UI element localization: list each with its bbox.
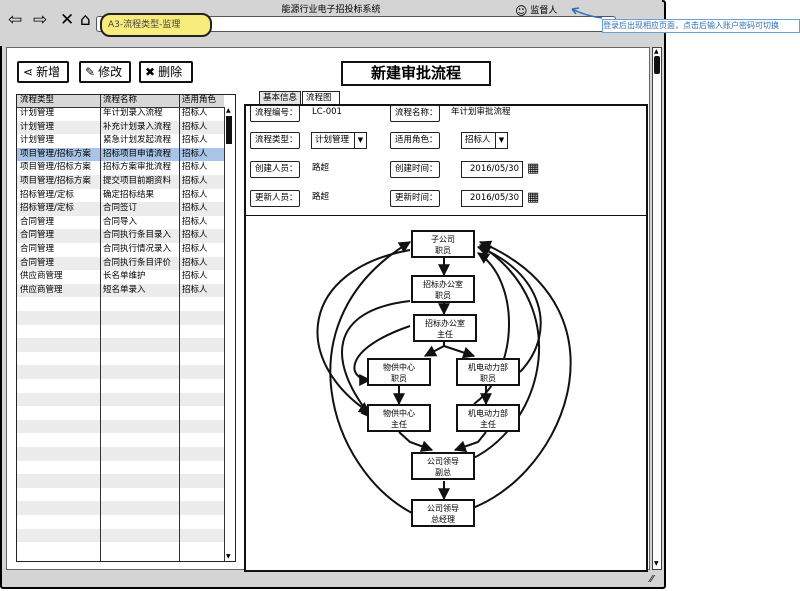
flow-node-line: 主任: [437, 330, 453, 339]
flow-node-bid-office-staff[interactable]: 招标办公室 职员: [411, 275, 475, 303]
flow-node-mech-staff[interactable]: 机电动力部 职员: [456, 358, 520, 386]
flow-node-line: 子公司: [431, 235, 455, 244]
flow-node-supply-staff[interactable]: 物供中心 职员: [367, 358, 431, 386]
flow-node-subsidiary-staff[interactable]: 子公司 职员: [411, 230, 475, 258]
flow-node-bid-office-director[interactable]: 招标办公室 主任: [413, 314, 477, 342]
flowchart-arrows: [316, 240, 572, 514]
flow-node-line: 职员: [391, 374, 407, 383]
flow-node-line: 总经理: [431, 515, 455, 524]
flow-node-line: 机电动力部: [468, 409, 508, 418]
flow-node-mech-director[interactable]: 机电动力部 主任: [456, 404, 520, 432]
flow-node-general-manager[interactable]: 公司领导 总经理: [411, 499, 475, 527]
flow-node-line: 副总: [435, 468, 451, 477]
flow-node-line: 职员: [435, 291, 451, 300]
flow-node-vice-president[interactable]: 公司领导 副总: [411, 452, 475, 480]
flow-node-line: 机电动力部: [468, 363, 508, 372]
flow-node-line: 招标办公室: [425, 319, 465, 328]
flow-node-line: 物供中心: [383, 363, 415, 372]
flow-node-line: 主任: [480, 420, 496, 429]
flow-node-line: 招标办公室: [423, 280, 463, 289]
flow-node-line: 职员: [480, 374, 496, 383]
flow-node-line: 物供中心: [383, 409, 415, 418]
flow-node-line: 公司领导: [427, 504, 459, 513]
flow-node-line: 职员: [435, 246, 451, 255]
flow-node-supply-director[interactable]: 物供中心 主任: [367, 404, 431, 432]
flow-node-line: 公司领导: [427, 457, 459, 466]
flow-node-line: 主任: [391, 420, 407, 429]
